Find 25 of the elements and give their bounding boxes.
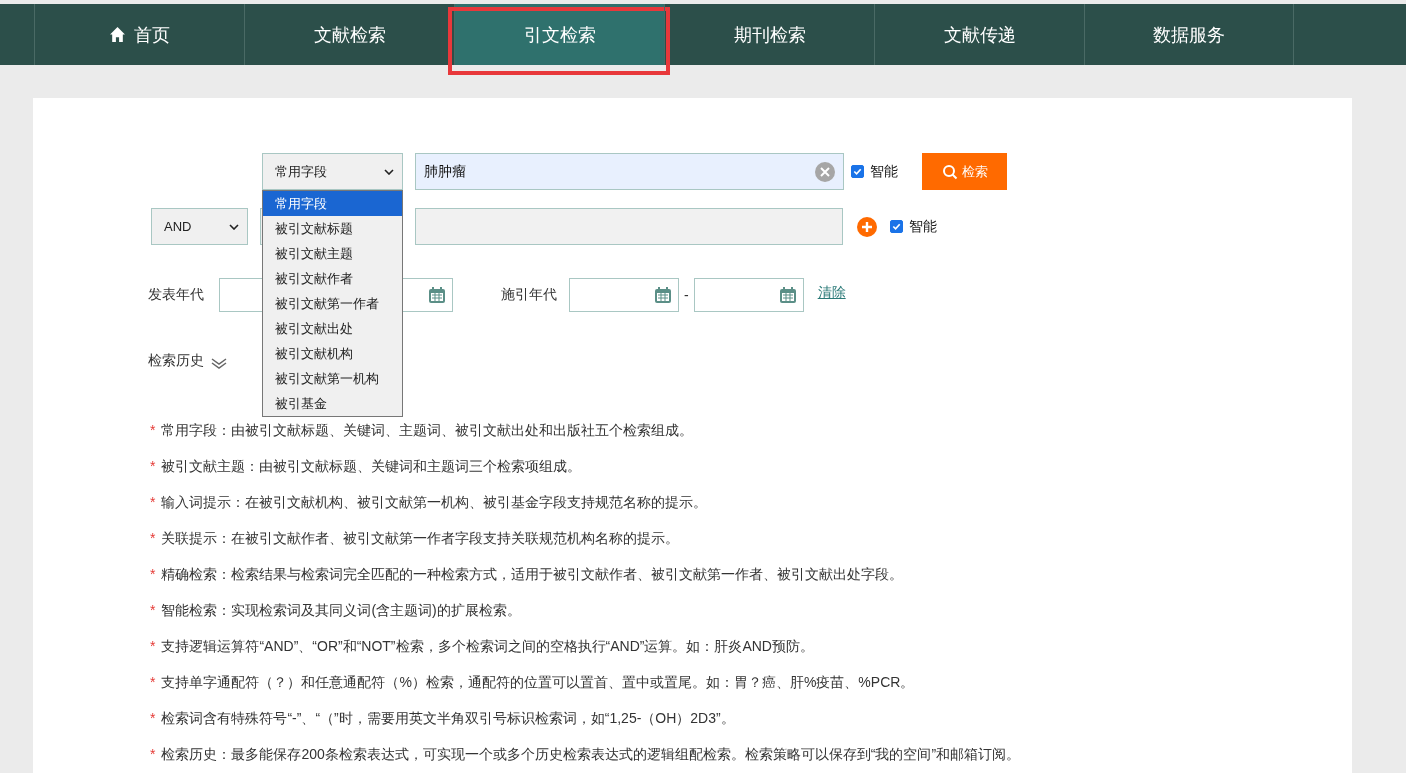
help-note: 常用字段：由被引文献标题、关键词、主题词、被引文献出处和出版社五个检索组成。	[161, 422, 694, 440]
required-marker: *	[150, 710, 156, 728]
help-note: 支持单字通配符（？）和任意通配符（%）检索，通配符的位置可以置首、置中或置尾。如：胃？癌、肝%疫苗、%PCR。	[161, 674, 915, 692]
help-note: 被引文献主题：由被引文献标题、关键词和主题词三个检索项组成。	[161, 458, 582, 476]
field-label: 施引年代	[501, 286, 557, 304]
checkbox-label: 智能	[870, 162, 898, 181]
help-note: 关联提示：在被引文献作者、被引文献第一作者字段支持关联规范机构名称的提示。	[161, 530, 680, 548]
required-marker: *	[150, 638, 156, 656]
required-marker: *	[150, 458, 156, 476]
help-note: 检索历史：最多能保存200条检索表达式，可实现一个或多个历史检索表达式的逻辑组配检索。检索策略可以保存到“我的空间”和邮箱订阅。	[161, 746, 1021, 764]
field-label: 发表年代	[148, 286, 204, 304]
help-note: 精确检索：检索结果与检索词完全匹配的一种检索方式，适用于被引文献作者、被引文献第一作者、被引文献出处字段。	[161, 566, 904, 584]
required-marker: *	[150, 530, 156, 548]
range-separator: -	[684, 287, 689, 303]
help-note: 支持逻辑运算符“AND”、“OR”和“NOT”检索，多个检索词之间的空格执行“AND”运算。如：肝炎AND预防。	[161, 638, 814, 656]
required-marker: *	[150, 674, 156, 692]
required-marker: *	[150, 566, 156, 584]
help-note: 输入词提示：在被引文献机构、被引文献第一机构、被引基金字段支持规范名称的提示。	[161, 494, 708, 512]
required-marker: *	[150, 602, 156, 620]
required-marker: *	[150, 422, 156, 440]
required-marker: *	[150, 746, 156, 764]
required-marker: *	[150, 494, 156, 512]
checkbox-label: 智能	[909, 217, 937, 236]
help-note: 检索词含有特殊符号“-”、“（”时，需要用英文半角双引号标识检索词，如“1,25-（OH）2D3”。	[161, 710, 735, 728]
help-note: 智能检索：实现检索词及其同义词(含主题词)的扩展检索。	[161, 602, 521, 620]
